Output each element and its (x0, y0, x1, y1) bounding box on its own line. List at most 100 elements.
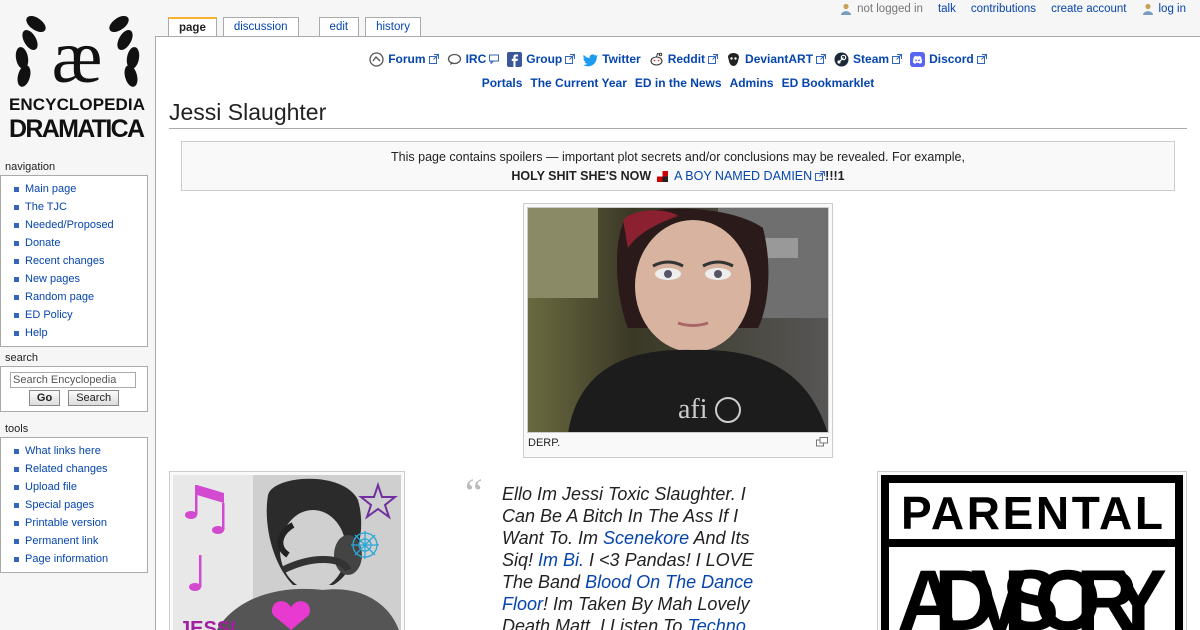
create-account-link[interactable]: create account (1051, 3, 1126, 15)
reddit-link[interactable]: Reddit (649, 52, 719, 67)
nav-the-tjc[interactable]: The TJC (1, 198, 147, 216)
nav-new-pages[interactable]: New pages (1, 270, 147, 288)
parental-advisory-thumbnail: PARENTAL ADVISORY (877, 471, 1187, 630)
spoiler-notice: This page contains spoilers — important … (181, 141, 1175, 191)
nav-help[interactable]: Help (1, 324, 147, 342)
spoiler-suffix: !!!1 (825, 169, 845, 183)
login-link[interactable]: log in (1142, 3, 1186, 15)
discord-link[interactable]: Discord (910, 51, 987, 67)
deviantart-icon (728, 52, 740, 66)
external-link-icon (976, 54, 987, 64)
svg-text:JESSI: JESSI (179, 618, 236, 630)
tool-page-information[interactable]: Page information (1, 550, 147, 568)
twitter-icon (583, 53, 599, 66)
logo-line2: DRAMATICA (9, 115, 145, 143)
tool-printable-version[interactable]: Printable version (1, 514, 147, 532)
reddit-icon (650, 52, 663, 66)
parental-text: PARENTAL (901, 487, 1163, 539)
external-link-icon (816, 54, 827, 64)
external-link-icon (892, 54, 903, 64)
twitter-link[interactable]: Twitter (583, 52, 641, 67)
im-bi-link[interactable]: Im Bi. (538, 550, 584, 570)
spiderweb-icon (351, 531, 379, 559)
deviantart-link[interactable]: DeviantART (726, 52, 827, 67)
user-icon (841, 3, 852, 15)
search-portal: search Go Search (0, 352, 148, 412)
nav-ed-policy[interactable]: ED Policy (1, 306, 147, 324)
nav-recent-changes[interactable]: Recent changes (1, 252, 147, 270)
tools-heading: tools (5, 423, 29, 435)
tool-what-links-here[interactable]: What links here (1, 442, 147, 460)
personal-tools: not logged in talk contributions create … (825, 0, 1200, 17)
main-thumbnail: afi DERP. (523, 203, 833, 458)
quote-block: Ello Im Jessi Toxic Slaughter. I Can Be … (502, 483, 770, 630)
nav-main-page[interactable]: Main page (1, 180, 147, 198)
nav-donate[interactable]: Donate (1, 234, 147, 252)
logo-glyph: æ (52, 15, 103, 99)
user-icon (1142, 3, 1153, 15)
irc-icon (447, 53, 461, 65)
talk-link[interactable]: talk (938, 3, 956, 15)
parental-advisory-image[interactable]: PARENTAL ADVISORY (881, 475, 1183, 630)
nav-needed-proposed[interactable]: Needed/Proposed (1, 216, 147, 234)
search-button[interactable]: Search (68, 390, 120, 406)
spoiler-text: This page contains spoilers — important … (391, 150, 965, 164)
forum-icon (369, 51, 384, 67)
enlarge-icon[interactable] (816, 437, 828, 447)
external-link-icon (815, 171, 826, 181)
admins-link[interactable]: Admins (730, 76, 774, 90)
site-links-row: Portals The Current Year ED in the News … (156, 75, 1200, 91)
spoiler-link[interactable]: A BOY NAMED DAMIEN (674, 169, 812, 183)
tool-special-pages[interactable]: Special pages (1, 496, 147, 514)
tools-portal: tools What links here Related changes Up… (0, 423, 148, 573)
external-link-icon (708, 54, 719, 64)
tool-related-changes[interactable]: Related changes (1, 460, 147, 478)
social-links-row: Forum IRC Group Twitter Reddit DeviantAR… (156, 51, 1200, 67)
external-link-icon (565, 54, 576, 64)
forum-link[interactable]: Forum (369, 51, 439, 67)
tab-page[interactable]: page (168, 17, 217, 36)
page-title: Jessi Slaughter (169, 99, 1187, 129)
contributions-link[interactable]: contributions (971, 3, 1036, 15)
navigation-portal: navigation Main page The TJC Needed/Prop… (0, 161, 148, 347)
facebook-icon (507, 51, 523, 67)
navigation-heading: navigation (5, 161, 56, 173)
tab-history[interactable]: history (365, 17, 421, 36)
techno-link[interactable]: Techno (687, 616, 745, 630)
page-tabs: page discussion edit history (168, 17, 427, 37)
scene-photo-thumbnail: JESSI (169, 471, 405, 630)
tool-upload-file[interactable]: Upload file (1, 478, 147, 496)
external-link-icon (428, 54, 439, 64)
tab-discussion[interactable]: discussion (222, 17, 299, 36)
steam-link[interactable]: Steam (834, 52, 903, 67)
thumbnail-caption: DERP. (528, 437, 561, 449)
logo-line1: ENCYCLOPEDIA (9, 95, 145, 114)
ed-in-news-link[interactable]: ED in the News (635, 76, 722, 90)
content-area: Forum IRC Group Twitter Reddit DeviantAR… (155, 36, 1200, 630)
go-button[interactable]: Go (28, 390, 61, 406)
flag-icon (657, 170, 669, 182)
tool-permanent-link[interactable]: Permanent link (1, 532, 147, 550)
portals-link[interactable]: Portals (482, 76, 523, 90)
quote-mark-icon: “ (465, 470, 483, 515)
steam-icon (834, 52, 849, 66)
site-notice: Forum IRC Group Twitter Reddit DeviantAR… (156, 37, 1200, 91)
svg-text:afi: afi (678, 394, 708, 425)
advisory-text: ADVISORY (897, 553, 1167, 630)
scene-photo[interactable]: JESSI (173, 475, 401, 630)
portrait-photo[interactable]: afi (527, 207, 829, 433)
search-heading: search (5, 352, 39, 364)
search-input[interactable] (10, 372, 136, 388)
not-logged-in-status: not logged in (840, 3, 923, 15)
tab-edit[interactable]: edit (318, 17, 360, 36)
site-logo[interactable]: æ ENCYCLOPEDIA DRAMATICA (0, 0, 155, 152)
scenekore-link[interactable]: Scenekore (603, 528, 689, 548)
spoiler-bold-text: HOLY SHIT SHE'S NOW (511, 169, 652, 183)
speech-bubble-icon (489, 54, 500, 64)
group-link[interactable]: Group (507, 51, 576, 67)
nav-random-page[interactable]: Random page (1, 288, 147, 306)
bookmarklet-link[interactable]: ED Bookmarklet (782, 76, 875, 90)
discord-icon (910, 51, 926, 67)
current-year-link[interactable]: The Current Year (530, 76, 626, 90)
irc-link[interactable]: IRC (447, 52, 500, 67)
